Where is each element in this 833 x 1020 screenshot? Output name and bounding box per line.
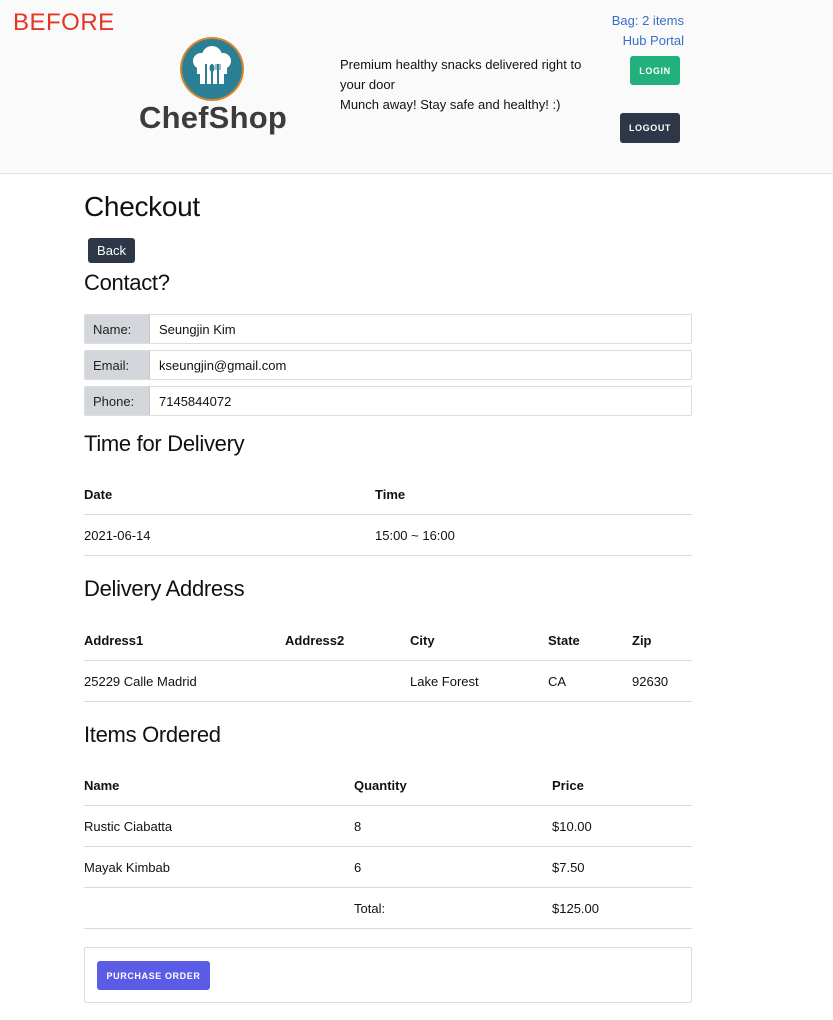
zip-cell: 92630 (632, 660, 692, 702)
logout-button[interactable]: LOGOUT (620, 113, 680, 143)
column-header-state: State (548, 620, 632, 661)
item-price: $7.50 (552, 846, 692, 888)
page-title: Checkout (84, 191, 200, 222)
column-header-zip: Zip (632, 620, 692, 661)
item-name: Rustic Ciabatta (84, 805, 354, 847)
item-quantity: 6 (354, 846, 552, 888)
state-cell: CA (548, 660, 632, 702)
purchase-order-button[interactable]: PURCHASE ORDER (97, 961, 210, 990)
chefshop-logo[interactable]: ChefShop (139, 36, 289, 136)
column-header-price: Price (552, 765, 692, 806)
login-button[interactable]: LOGIN (630, 56, 680, 85)
delivery-address-heading: Delivery Address (84, 576, 245, 601)
phone-field-label: Phone: (85, 387, 150, 415)
items-ordered-heading: Items Ordered (84, 722, 221, 747)
address1-cell: 25229 Calle Madrid (84, 660, 285, 702)
table-header-row: Address1 Address2 City State Zip (84, 620, 692, 661)
name-field-value[interactable]: Seungjin Kim (150, 315, 691, 343)
back-button[interactable]: Back (88, 238, 135, 263)
phone-field-value[interactable]: 7145844072 (150, 387, 691, 415)
bag-link[interactable]: Bag: 2 items (612, 13, 684, 28)
site-header: BEFORE ChefShop Premium healthy snacks d… (0, 0, 833, 174)
column-header-city: City (410, 620, 548, 661)
table-row: Rustic Ciabatta 8 $10.00 (84, 805, 692, 847)
total-row: Total: $125.00 (84, 887, 692, 929)
table-row: Mayak Kimbab 6 $7.50 (84, 846, 692, 888)
email-field-value[interactable]: kseungjin@gmail.com (150, 351, 691, 379)
total-spacer (84, 887, 354, 929)
total-value: $125.00 (552, 887, 692, 929)
delivery-address-table: Address1 Address2 City State Zip 25229 C… (84, 620, 692, 702)
before-annotation: BEFORE (13, 9, 115, 36)
name-field-label: Name: (85, 315, 150, 343)
column-header-name: Name (84, 765, 354, 806)
contact-heading: Contact? (84, 270, 170, 295)
name-field: Name: Seungjin Kim (84, 314, 692, 344)
column-header-quantity: Quantity (354, 765, 552, 806)
total-label: Total: (354, 887, 552, 929)
address2-cell (285, 660, 410, 702)
table-header-row: Name Quantity Price (84, 765, 692, 806)
item-quantity: 8 (354, 805, 552, 847)
city-cell: Lake Forest (410, 660, 548, 702)
delivery-time: 15:00 ~ 16:00 (375, 514, 692, 556)
item-name: Mayak Kimbab (84, 846, 354, 888)
table-row: 2021-06-14 15:00 ~ 16:00 (84, 514, 692, 556)
tagline-line: Premium healthy snacks delivered right t… (340, 57, 582, 92)
email-field-label: Email: (85, 351, 150, 379)
phone-field: Phone: 7145844072 (84, 386, 692, 416)
hub-portal-link[interactable]: Hub Portal (623, 33, 684, 48)
column-header-date: Date (84, 474, 375, 515)
table-row: 25229 Calle Madrid Lake Forest CA 92630 (84, 660, 692, 702)
chef-hat-icon (180, 37, 244, 101)
tagline-line: Munch away! Stay safe and healthy! :) (340, 97, 561, 112)
items-ordered-table: Name Quantity Price Rustic Ciabatta 8 $1… (84, 765, 692, 929)
delivery-date: 2021-06-14 (84, 514, 375, 556)
purchase-panel: PURCHASE ORDER (84, 947, 692, 1003)
column-header-time: Time (375, 474, 692, 515)
brand-name: ChefShop (139, 100, 287, 135)
delivery-time-table: Date Time 2021-06-14 15:00 ~ 16:00 (84, 474, 692, 556)
delivery-time-heading: Time for Delivery (84, 431, 245, 456)
table-header-row: Date Time (84, 474, 692, 515)
column-header-address2: Address2 (285, 620, 410, 661)
email-field: Email: kseungjin@gmail.com (84, 350, 692, 380)
tagline: Premium healthy snacks delivered right t… (340, 55, 590, 115)
column-header-address1: Address1 (84, 620, 285, 661)
item-price: $10.00 (552, 805, 692, 847)
